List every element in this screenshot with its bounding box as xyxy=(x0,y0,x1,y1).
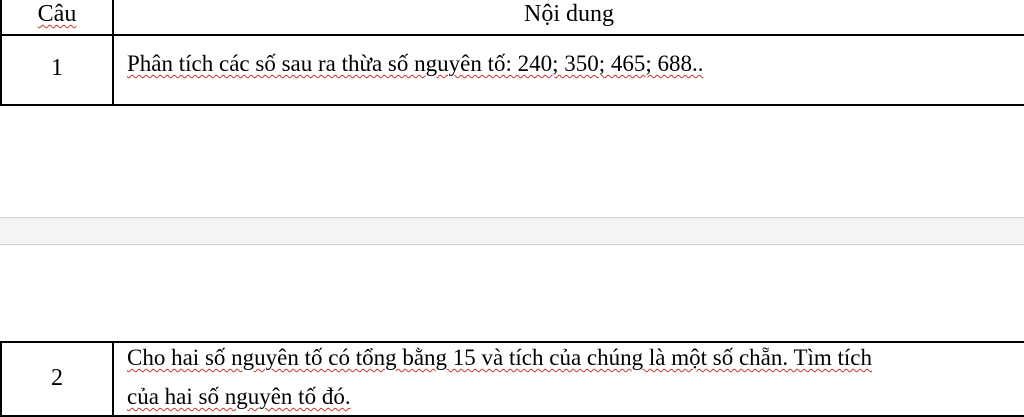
exercise-table-top: Câu Nội dung 1 Phân tích các số sau ra t… xyxy=(0,0,1024,106)
column-divider xyxy=(112,343,114,415)
question-2-text-line-2: của hai số nguyên tố đó. xyxy=(127,384,351,409)
question-2-number: 2 xyxy=(51,365,63,391)
table-header-row: Câu Nội dung xyxy=(2,0,1024,36)
question-2-text-line-1: Cho hai số nguyên tố có tổng bằng 15 và … xyxy=(127,345,873,370)
column-divider xyxy=(112,0,114,104)
exercise-table-bottom: 2 Cho hai số nguyên tố có tổng bằng 15 v… xyxy=(0,341,1024,417)
question-1-number: 1 xyxy=(51,55,63,81)
question-1-text: Phân tích các số sau ra thừa số nguyên t… xyxy=(127,51,704,76)
page-gap xyxy=(0,217,1024,245)
header-question-number: Câu xyxy=(37,1,77,27)
header-content: Nội dung xyxy=(524,1,614,27)
